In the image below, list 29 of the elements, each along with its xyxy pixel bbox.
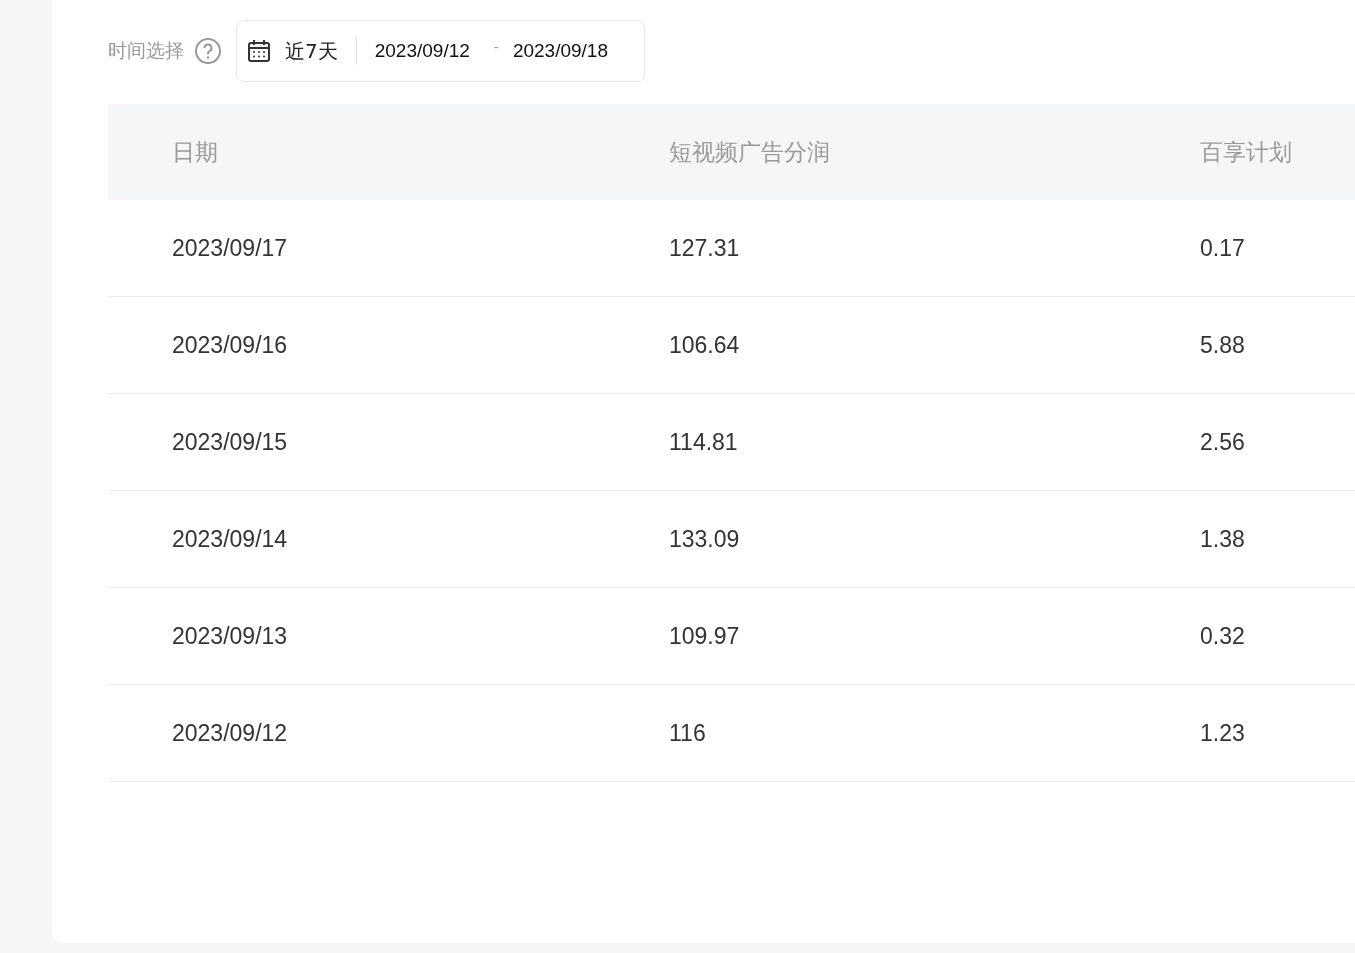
table-cell: 127.31: [605, 200, 1136, 297]
table-cell: 2023/09/12: [108, 684, 605, 782]
calendar-icon: [247, 39, 271, 63]
table-cell: 2023/09/13: [108, 587, 605, 685]
table-cell: 2023/09/16: [108, 296, 605, 394]
table-cell: 133.09: [605, 490, 1136, 588]
filter-label: 时间选择: [108, 38, 184, 63]
table-cell: 2023/09/17: [108, 200, 605, 297]
table-cell: 0.32: [1136, 587, 1355, 685]
end-date: 2023/09/18: [512, 40, 608, 62]
table-cell: 2023/09/14: [108, 490, 605, 588]
date-range-picker[interactable]: 近7天 2023/09/12 - 2023/09/18: [236, 20, 645, 82]
column-header: 日期: [108, 104, 605, 200]
help-icon[interactable]: [194, 37, 222, 65]
table-cell: 1.38: [1136, 490, 1355, 588]
table-cell: 0.17: [1136, 200, 1355, 297]
column-header: 百享计划: [1136, 104, 1355, 200]
column-header: 短视频广告分润: [605, 104, 1136, 200]
table-cell: 5.88: [1136, 296, 1355, 394]
table-cell: 106.64: [605, 296, 1136, 394]
table-cell: 109.97: [605, 587, 1136, 685]
table-cell: 2023/09/15: [108, 393, 605, 491]
table-cell: 114.81: [605, 393, 1136, 491]
range-separator: -: [493, 39, 499, 55]
table-cell: 1.23: [1136, 684, 1355, 782]
start-date: 2023/09/12: [374, 40, 470, 62]
table-cell: 2.56: [1136, 393, 1355, 491]
table-cell: 116: [605, 684, 1136, 782]
preset-label: 近7天: [285, 37, 338, 65]
